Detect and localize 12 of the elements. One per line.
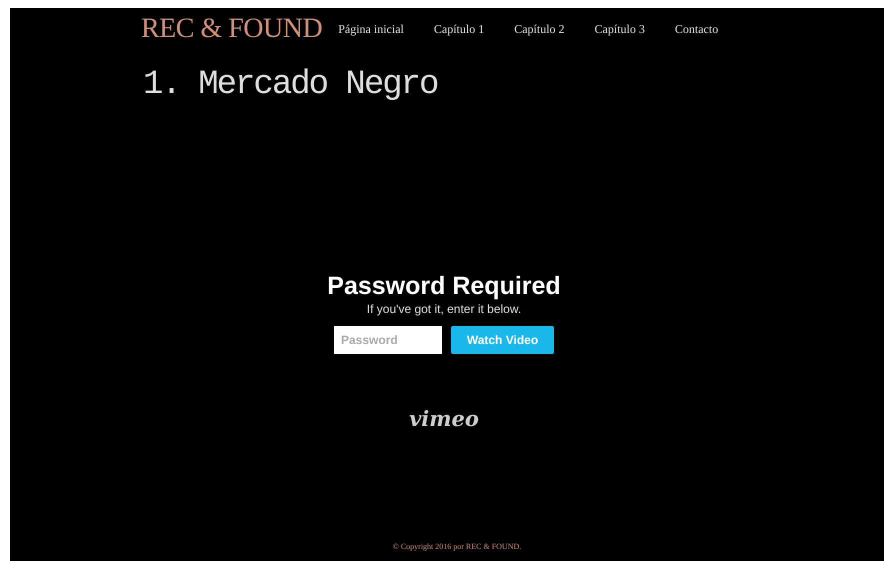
vimeo-logo[interactable]: vimeo [409, 406, 479, 431]
nav-link[interactable]: Capítulo 2 [514, 22, 565, 36]
nav-link[interactable]: Página inicial [338, 22, 404, 36]
nav-link[interactable]: Contacto [674, 22, 718, 36]
site-logo[interactable]: REC & FOUND [141, 13, 322, 45]
password-hint: If you've got it, enter it below. [366, 302, 522, 316]
nav-link[interactable]: Capítulo 3 [594, 22, 645, 36]
nav-link[interactable]: Capítulo 1 [434, 22, 484, 36]
page-title: 1. Mercado Negro [143, 66, 438, 104]
password-field[interactable]: Password [334, 326, 442, 354]
password-heading: Password Required [327, 272, 561, 301]
copyright-text: © Copyright 2016 por REC & FOUND. [392, 542, 522, 551]
